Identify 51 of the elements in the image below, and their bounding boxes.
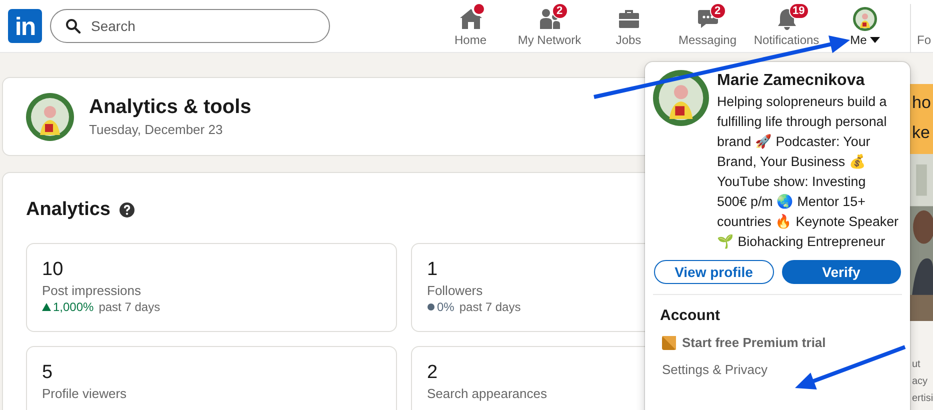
section-title: Analytics bbox=[26, 199, 110, 221]
ad-text: ke bbox=[912, 122, 931, 144]
date-label: Tuesday, December 23 bbox=[89, 122, 224, 137]
profile-name: Marie Zamecnikova bbox=[717, 71, 866, 91]
premium-icon bbox=[662, 336, 676, 350]
stat-value: 2 bbox=[427, 361, 438, 385]
nav-item[interactable]: 19 Notifications bbox=[747, 0, 826, 52]
verify-button[interactable]: Verify bbox=[782, 260, 901, 284]
stat-label: Profile viewers bbox=[42, 385, 127, 402]
menu-item[interactable]: Start free Premium trial bbox=[682, 332, 826, 354]
help-icon[interactable] bbox=[119, 202, 136, 218]
avatar bbox=[853, 6, 877, 30]
search-icon bbox=[65, 18, 81, 34]
stat-label: Followers bbox=[427, 282, 483, 299]
change-value: 0% bbox=[437, 299, 454, 315]
stat-tile[interactable]: 10 Post impressions 1,000% past 7 days bbox=[26, 243, 397, 332]
notification-badge: 19 bbox=[788, 2, 809, 18]
footer-link[interactable]: ut bbox=[912, 359, 933, 370]
people-icon bbox=[538, 6, 562, 30]
view-profile-button[interactable]: View profile bbox=[654, 260, 774, 284]
nav-item[interactable]: 2 My Network bbox=[510, 0, 589, 52]
logo[interactable]: in bbox=[8, 9, 42, 43]
me-menu-button[interactable]: Me bbox=[826, 0, 904, 52]
home-icon bbox=[458, 6, 482, 30]
change-value: 1,000% bbox=[53, 299, 94, 315]
stat-label: Post impressions bbox=[42, 282, 141, 299]
period-label: past 7 days bbox=[459, 299, 521, 315]
dot-icon bbox=[427, 303, 435, 311]
page-title: Analytics & tools bbox=[89, 96, 252, 119]
up-triangle-icon bbox=[42, 303, 51, 311]
avatar bbox=[26, 92, 74, 140]
stat-label: Search appearances bbox=[427, 385, 547, 402]
stat-value: 10 bbox=[42, 258, 64, 282]
stat-value: 1 bbox=[427, 258, 438, 282]
menu-section-title: Account bbox=[660, 306, 721, 326]
footer-link[interactable]: ertisi bbox=[912, 393, 933, 404]
footer-link[interactable]: acy bbox=[912, 376, 933, 387]
ad-text: ho bbox=[912, 92, 932, 114]
stat-value: 5 bbox=[42, 361, 53, 385]
stat-tile[interactable]: 5 Profile viewers bbox=[26, 346, 397, 410]
avatar bbox=[653, 70, 709, 126]
nav-item-label[interactable]: Fo bbox=[917, 32, 932, 52]
notification-badge: 2 bbox=[710, 2, 726, 18]
nav-item[interactable]: Jobs bbox=[589, 0, 668, 52]
notification-badge: 2 bbox=[552, 2, 568, 18]
nav-item[interactable]: 2 Messaging bbox=[668, 0, 747, 52]
period-label: past 7 days bbox=[98, 299, 160, 315]
nav-item[interactable]: Home bbox=[431, 0, 510, 52]
caret-icon bbox=[870, 36, 880, 42]
menu-item[interactable]: Settings & Privacy bbox=[662, 359, 768, 381]
search-field[interactable]: Search bbox=[50, 9, 330, 43]
